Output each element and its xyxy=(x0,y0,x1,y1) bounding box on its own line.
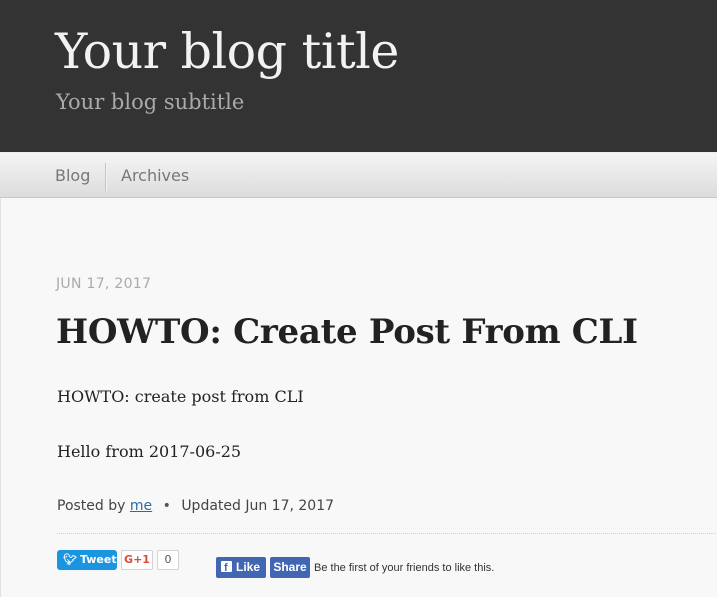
divider xyxy=(57,533,717,534)
nav-item-blog[interactable]: Blog xyxy=(55,166,90,186)
facebook-icon xyxy=(221,558,232,579)
nav-divider xyxy=(105,163,107,191)
tweet-button[interactable]: 🐦︎ Tweet xyxy=(57,550,117,570)
author-link[interactable]: me xyxy=(130,498,152,514)
updated-label: Updated xyxy=(181,498,241,514)
posted-by-label: Posted by xyxy=(57,498,126,514)
post-date: JUN 17, 2017 xyxy=(56,276,152,292)
post-paragraph: HOWTO: create post from CLI xyxy=(57,387,304,406)
updated-date: Jun 17, 2017 xyxy=(245,498,335,514)
main-nav: Blog Archives xyxy=(0,152,717,198)
twitter-icon: 🐦︎ xyxy=(63,553,77,566)
tweet-label: Tweet xyxy=(79,553,117,566)
post-paragraph: Hello from 2017-06-25 xyxy=(57,442,242,461)
post-content: JUN 17, 2017 HOWTO: Create Post From CLI… xyxy=(0,198,717,597)
nav-item-archives[interactable]: Archives xyxy=(121,166,189,186)
fb-like-label: Like xyxy=(236,560,261,574)
fb-like-button[interactable]: Like xyxy=(216,557,266,579)
site-header: Your blog title Your blog subtitle xyxy=(0,0,717,152)
fb-like-text: Be the first of your friends to like thi… xyxy=(314,562,495,574)
gplus-button[interactable]: G+1 xyxy=(121,550,153,570)
post-title[interactable]: HOWTO: Create Post From CLI xyxy=(56,310,638,354)
meta-separator: • xyxy=(162,498,171,514)
post-meta: Posted by me • Updated Jun 17, 2017 xyxy=(57,496,334,516)
gplus-count: 0 xyxy=(157,550,179,570)
blog-title[interactable]: Your blog title xyxy=(55,22,399,82)
blog-subtitle: Your blog subtitle xyxy=(56,90,245,114)
fb-share-button[interactable]: Share xyxy=(270,557,310,578)
